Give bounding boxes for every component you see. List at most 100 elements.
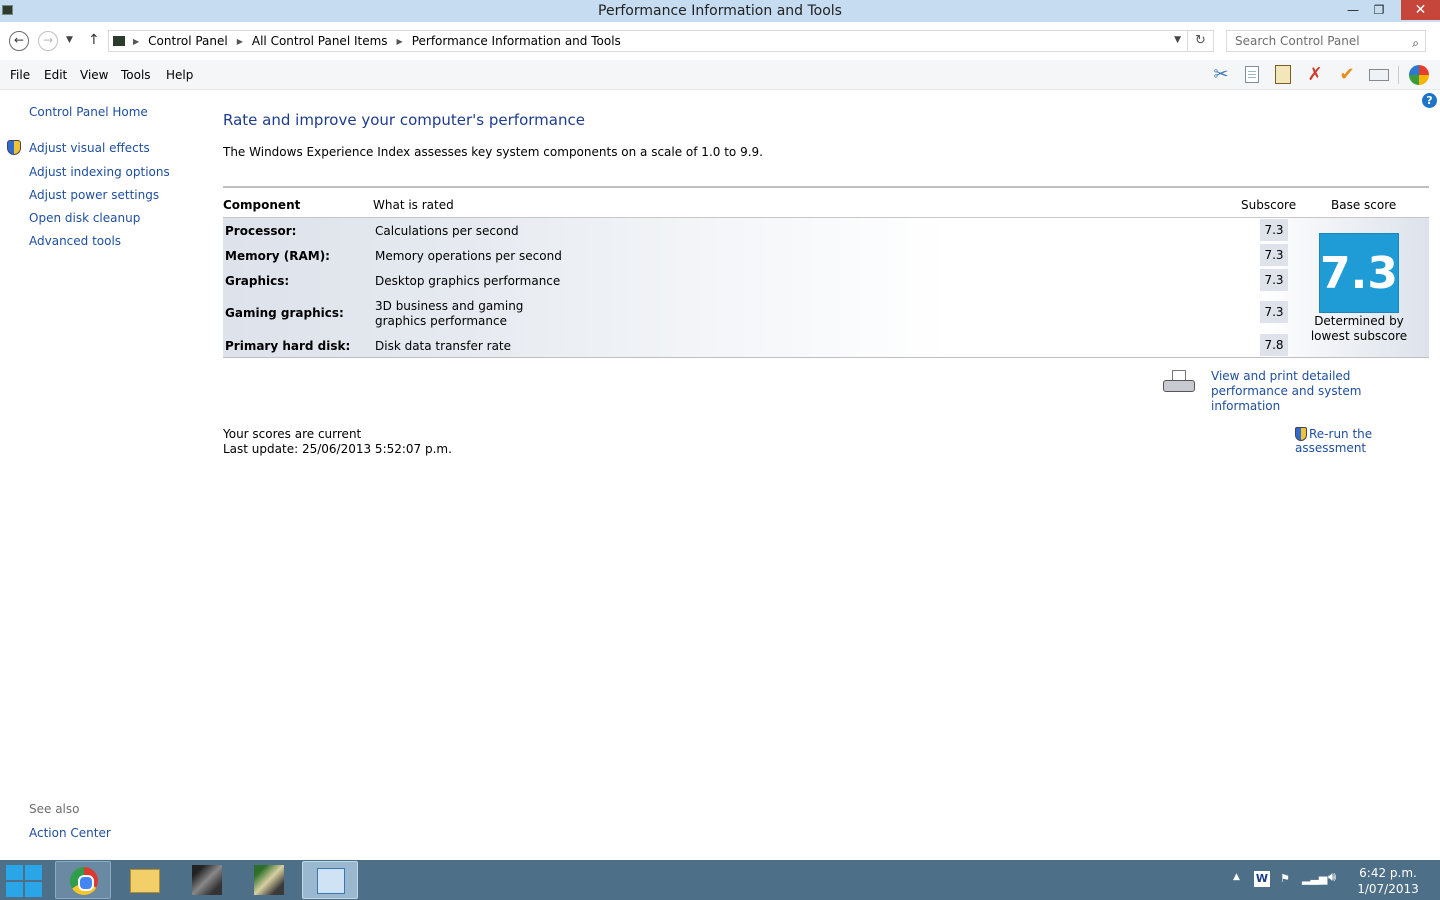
help-icon[interactable]: ? [1422, 93, 1437, 108]
windows-experience-index-icon[interactable] [1407, 64, 1431, 86]
breadcrumb-all-items[interactable]: All Control Panel Items [252, 34, 388, 48]
see-also-label: See also [29, 802, 80, 816]
search-placeholder: Search Control Panel [1235, 34, 1360, 48]
search-input[interactable]: Search Control Panel ⌕ [1226, 30, 1426, 52]
menu-edit[interactable]: Edit [44, 68, 67, 82]
row-subscore: 7.3 [1260, 219, 1288, 241]
taskbar-clock[interactable]: 6:42 p.m. 1/07/2013 [1352, 865, 1424, 897]
close-button[interactable]: ✕ [1401, 0, 1440, 20]
header-base-score: Base score [1331, 198, 1397, 212]
page-title: Rate and improve your computer's perform… [223, 111, 585, 129]
chevron-right-icon[interactable]: ▶ [237, 37, 243, 46]
up-button[interactable]: ↑ [88, 32, 100, 48]
folder-icon [130, 869, 160, 893]
tray-network-icon[interactable]: ▂▃▅ [1302, 872, 1327, 885]
restore-button[interactable]: ❐ [1366, 0, 1392, 20]
scores-current-text: Your scores are current [223, 427, 362, 441]
row-what-rated: Calculations per second [375, 224, 519, 238]
header-component: Component [223, 198, 301, 212]
copy-icon[interactable] [1240, 64, 1264, 86]
game-icon [254, 865, 284, 895]
chevron-right-icon[interactable]: ▶ [397, 37, 403, 46]
properties-icon[interactable] [1367, 64, 1391, 86]
row-what-rated: Desktop graphics performance [375, 274, 561, 288]
row-subscore: 7.3 [1260, 301, 1288, 323]
tray-flag-icon[interactable]: ⚑ [1280, 872, 1290, 885]
clock-date: 1/07/2013 [1357, 882, 1419, 896]
start-button[interactable] [4, 863, 44, 897]
window-title: Performance Information and Tools [598, 3, 842, 19]
title-bar: Performance Information and Tools — ❐ ✕ [0, 0, 1440, 22]
performance-tools-icon [317, 868, 345, 894]
delete-icon[interactable]: ✗ [1303, 64, 1327, 86]
row-what-rated: Memory operations per second [375, 249, 562, 263]
row-what-rated: 3D business and gaming graphics performa… [375, 299, 524, 328]
header-what-is-rated: What is rated [373, 198, 454, 212]
table-header: Component What is rated Subscore Base sc… [223, 186, 1429, 218]
page-description: The Windows Experience Index assesses ke… [223, 145, 763, 159]
breadcrumb-performance[interactable]: Performance Information and Tools [412, 34, 621, 48]
row-subscore: 7.8 [1260, 334, 1288, 356]
menu-view[interactable]: View [80, 68, 108, 82]
taskbar-game-1[interactable] [178, 861, 234, 899]
taskbar-chrome[interactable] [55, 861, 111, 899]
game-icon [192, 865, 222, 895]
search-icon[interactable]: ⌕ [1412, 33, 1419, 53]
view-print-details-link[interactable]: View and print detailed performance and … [1211, 369, 1431, 414]
clock-time: 6:42 p.m. [1359, 866, 1417, 880]
header-subscore: Subscore [1241, 198, 1297, 212]
tray-volume-icon[interactable]: 🔊︎ [1328, 870, 1336, 885]
toolbar-divider [1398, 66, 1399, 84]
menu-help[interactable]: Help [166, 68, 193, 82]
refresh-button[interactable]: ↻ [1188, 30, 1214, 52]
sidebar-action-center[interactable]: Action Center [29, 826, 111, 840]
paste-icon[interactable] [1271, 64, 1295, 86]
checkmark-icon[interactable]: ✔ [1335, 64, 1359, 86]
breadcrumb-control-panel[interactable]: Control Panel [148, 34, 228, 48]
control-panel-icon [113, 36, 125, 46]
last-update-text: Last update: 25/06/2013 5:52:07 p.m. [223, 442, 452, 456]
sidebar-control-panel-home[interactable]: Control Panel Home [29, 105, 148, 119]
sidebar-open-disk-cleanup[interactable]: Open disk cleanup [29, 211, 140, 225]
forward-button[interactable]: → [38, 31, 58, 51]
tray-expand-icon[interactable]: ▲ [1233, 872, 1240, 882]
chevron-right-icon[interactable]: ▶ [133, 37, 139, 46]
row-what-rated: Disk data transfer rate [375, 339, 512, 353]
chrome-icon [70, 867, 98, 895]
tray-keyboard-icon[interactable]: W [1254, 871, 1270, 887]
menu-bar: File Edit View Tools Help ✂ ✗ ✔ [0, 60, 1440, 90]
taskbar-performance-tools[interactable] [302, 861, 358, 899]
chevron-down-icon[interactable]: ▼ [1174, 35, 1181, 45]
row-component: Gaming graphics: [225, 306, 344, 320]
uac-shield-icon [1295, 427, 1307, 441]
score-status: Your scores are current Last update: 25/… [223, 427, 452, 457]
taskbar-file-explorer[interactable] [116, 861, 172, 899]
printer-icon [1163, 370, 1197, 398]
row-component: Memory (RAM): [225, 249, 330, 263]
windows-logo-icon [6, 865, 23, 880]
row-subscore: 7.3 [1260, 269, 1288, 291]
breadcrumb[interactable]: ▶ Control Panel ▶ All Control Panel Item… [108, 30, 1188, 52]
minimize-button[interactable]: — [1340, 0, 1366, 20]
taskbar-game-2[interactable] [240, 861, 296, 899]
taskbar: ▲ W ⚑ ▂▃▅ 🔊︎ 6:42 p.m. 1/07/2013 [0, 860, 1440, 900]
menu-file[interactable]: File [10, 68, 30, 82]
sidebar-adjust-visual-effects[interactable]: Adjust visual effects [29, 141, 150, 155]
back-button[interactable]: ← [9, 31, 29, 51]
sidebar-adjust-power-settings[interactable]: Adjust power settings [29, 188, 159, 202]
uac-shield-icon [7, 140, 21, 155]
base-score-caption: Determined by lowest subscore [1310, 314, 1408, 343]
sidebar-advanced-tools[interactable]: Advanced tools [29, 234, 121, 248]
row-component: Graphics: [225, 274, 290, 288]
table-body: Processor: Calculations per second 7.3 M… [223, 218, 1429, 358]
base-score-tile: 7.3 [1319, 233, 1399, 313]
cut-icon[interactable]: ✂ [1209, 64, 1233, 86]
sidebar-adjust-indexing-options[interactable]: Adjust indexing options [29, 165, 170, 179]
rerun-assessment-link[interactable]: Re-run the assessment [1295, 427, 1440, 455]
menu-tools[interactable]: Tools [121, 68, 151, 82]
row-component: Primary hard disk: [225, 339, 351, 353]
row-subscore: 7.3 [1260, 244, 1288, 266]
row-component: Processor: [225, 224, 297, 238]
recent-locations-dropdown[interactable]: ▼ [66, 35, 73, 45]
address-bar: ← → ▼ ↑ ▶ Control Panel ▶ All Control Pa… [0, 22, 1440, 60]
